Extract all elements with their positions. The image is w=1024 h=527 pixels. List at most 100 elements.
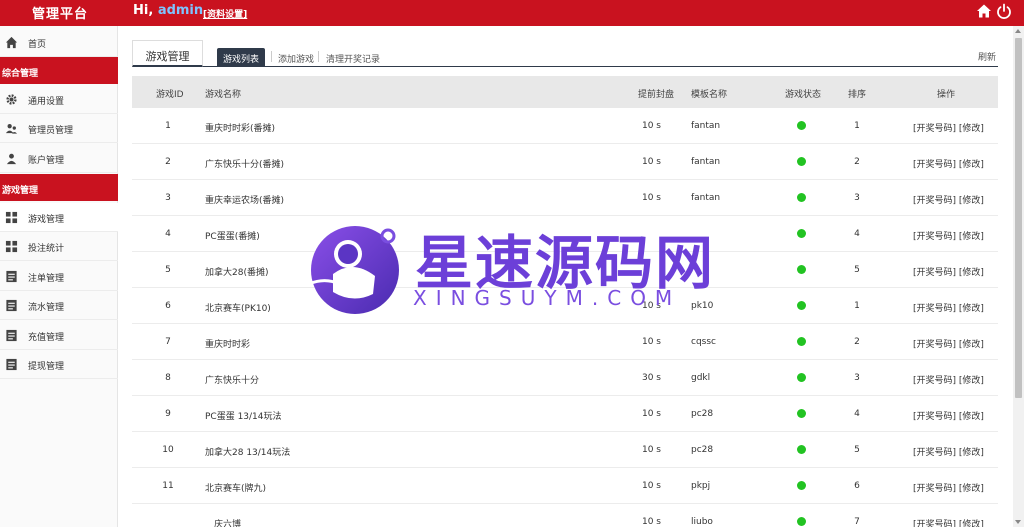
status-indicator-icon xyxy=(797,373,806,382)
cell-id: 4 xyxy=(165,229,171,239)
cell-id: 5 xyxy=(165,265,171,275)
user-icon xyxy=(6,153,17,165)
cell-sort: 3 xyxy=(854,373,860,383)
scroll-down-arrow-icon[interactable] xyxy=(1015,520,1021,524)
cell-actions[interactable]: [开奖号码] [修改] xyxy=(913,373,984,386)
cell-sort: 7 xyxy=(854,517,860,527)
sidebar-item-label: 提现管理 xyxy=(28,362,65,372)
cell-name: 北京赛车(PK10) xyxy=(205,304,271,314)
list-icon xyxy=(6,299,17,312)
cell-template: pc28 xyxy=(691,445,714,455)
cell-actions[interactable]: [开奖号码] [修改] xyxy=(913,445,984,458)
cell-actions[interactable]: [开奖号码] [修改] xyxy=(913,265,984,278)
grid-icon xyxy=(5,211,18,224)
cell-sort: 4 xyxy=(854,229,860,239)
table-row: 1 重庆时时彩(番摊) 10 s fantan 1 [开奖号码] [修改] xyxy=(132,108,998,144)
cell-id: 6 xyxy=(165,301,171,311)
cell-actions[interactable]: [开奖号码] [修改] xyxy=(913,301,984,314)
cell-actions[interactable]: [开奖号码] [修改] xyxy=(913,409,984,422)
cell-actions[interactable]: [开奖号码] [修改] xyxy=(913,481,984,494)
power-icon[interactable] xyxy=(996,3,1012,19)
cell-name: 广东快乐十分(番摊) xyxy=(205,160,285,170)
grid-icon xyxy=(5,240,18,253)
cell-name: 广东快乐十分 xyxy=(205,376,260,386)
list-icon xyxy=(6,358,17,371)
table-row: 7 重庆时时彩 10 s cqssc 2 [开奖号码] [修改] xyxy=(132,324,998,360)
status-indicator-icon xyxy=(797,157,806,166)
sidebar-item-order-management[interactable]: 注单管理 xyxy=(0,262,118,291)
sidebar-item-general-settings[interactable]: 通用设置 xyxy=(0,85,118,114)
cell-name: 北京赛车(牌九) xyxy=(205,484,267,494)
cell-name: PC蛋蛋 13/14玩法 xyxy=(205,412,282,422)
cell-close-time: 30 s xyxy=(641,373,661,383)
cell-template: pc28 xyxy=(691,409,714,419)
sidebar-item-label: 注单管理 xyxy=(28,274,65,284)
sidebar-item-recharge-management[interactable]: 充值管理 xyxy=(0,321,118,350)
column-header-actions: 操作 xyxy=(937,90,956,100)
sidebar-item-flow-management[interactable]: 流水管理 xyxy=(0,291,118,320)
page-title: 游戏管理 xyxy=(132,40,203,67)
scrollbar[interactable] xyxy=(1013,26,1024,527)
cell-name: 重庆时时彩(番摊) xyxy=(205,124,276,134)
cell-actions[interactable]: [开奖号码] [修改] xyxy=(913,229,984,242)
status-indicator-icon xyxy=(797,301,806,310)
table-row: 庆六博 10 s liubo 7 [开奖号码] [修改] xyxy=(132,504,998,527)
status-indicator-icon xyxy=(797,517,806,526)
cell-actions[interactable]: [开奖号码] [修改] xyxy=(913,337,984,350)
cell-id: 9 xyxy=(165,409,171,419)
sidebar-item-admin-management[interactable]: 管理员管理 xyxy=(0,114,118,143)
tabs-underline xyxy=(203,66,998,67)
users-icon xyxy=(5,124,18,134)
cell-actions[interactable]: [开奖号码] [修改] xyxy=(913,121,984,134)
cell-template: cqssc xyxy=(691,337,716,347)
cell-template: pk10 xyxy=(691,301,714,311)
tab-clear-records[interactable]: 清理开奖记录 xyxy=(326,48,380,66)
sidebar-item-label: 首页 xyxy=(28,40,47,50)
cell-name: 庆六博 xyxy=(214,520,242,527)
cell-sort: 2 xyxy=(854,157,860,167)
scrollbar-thumb[interactable] xyxy=(1015,38,1022,398)
sidebar-section-general: 综合管理 xyxy=(0,57,118,84)
cell-name: 重庆幸运农场(番摊) xyxy=(205,196,285,206)
cell-name: 加拿大28(番摊) xyxy=(205,268,269,278)
refresh-link[interactable]: 刷新 xyxy=(978,50,996,63)
sidebar: 首页 综合管理 通用设置 管理员管理 账户管理 游戏管理 游戏管理 投注统计 注… xyxy=(0,26,118,527)
home-icon[interactable] xyxy=(976,3,992,19)
status-indicator-icon xyxy=(797,481,806,490)
profile-settings-link[interactable]: [资料设置] xyxy=(203,7,247,20)
greeting: Hi, admin xyxy=(133,3,203,18)
sidebar-item-label: 流水管理 xyxy=(28,303,65,313)
sidebar-item-label: 管理员管理 xyxy=(28,126,74,136)
sidebar-item-bet-stats[interactable]: 投注统计 xyxy=(0,232,118,261)
cell-id: 1 xyxy=(165,121,171,131)
tab-game-list[interactable]: 游戏列表 xyxy=(217,48,266,66)
scroll-up-arrow-icon[interactable] xyxy=(1015,29,1021,33)
table-row: 5 加拿大28(番摊) 5 [开奖号码] [修改] xyxy=(132,252,998,288)
cell-actions[interactable]: [开奖号码] [修改] xyxy=(913,517,984,527)
status-indicator-icon xyxy=(797,265,806,274)
status-indicator-icon xyxy=(797,337,806,346)
cell-actions[interactable]: [开奖号码] [修改] xyxy=(913,157,984,170)
cell-id: 3 xyxy=(165,193,171,203)
column-header-id: 游戏ID xyxy=(156,90,184,100)
cell-sort: 1 xyxy=(854,121,860,131)
tab-add-game[interactable]: 添加游戏 xyxy=(278,48,314,66)
cell-sort: 3 xyxy=(854,193,860,203)
sidebar-item-home[interactable]: 首页 xyxy=(0,28,118,57)
cell-close-time: 10 s xyxy=(641,157,661,167)
cell-template: liubo xyxy=(691,517,713,527)
cell-template: fantan xyxy=(691,121,721,131)
sidebar-item-label: 投注统计 xyxy=(28,244,65,254)
list-icon xyxy=(6,270,17,283)
sidebar-item-game-management[interactable]: 游戏管理 xyxy=(0,203,118,232)
table-row: 9 PC蛋蛋 13/14玩法 10 s pc28 4 [开奖号码] [修改] xyxy=(132,396,998,432)
cell-close-time: 10 s xyxy=(641,337,661,347)
column-header-status: 游戏状态 xyxy=(785,90,822,100)
table-row: 4 PC蛋蛋(番摊) 4 [开奖号码] [修改] xyxy=(132,216,998,252)
table-row: 11 北京赛车(牌九) 10 s pkpj 6 [开奖号码] [修改] xyxy=(132,468,998,504)
cell-actions[interactable]: [开奖号码] [修改] xyxy=(913,193,984,206)
sidebar-section-games: 游戏管理 xyxy=(0,174,118,201)
sidebar-item-withdraw-management[interactable]: 提现管理 xyxy=(0,350,118,379)
sidebar-item-account-management[interactable]: 账户管理 xyxy=(0,144,118,173)
tab-separator xyxy=(318,51,319,62)
